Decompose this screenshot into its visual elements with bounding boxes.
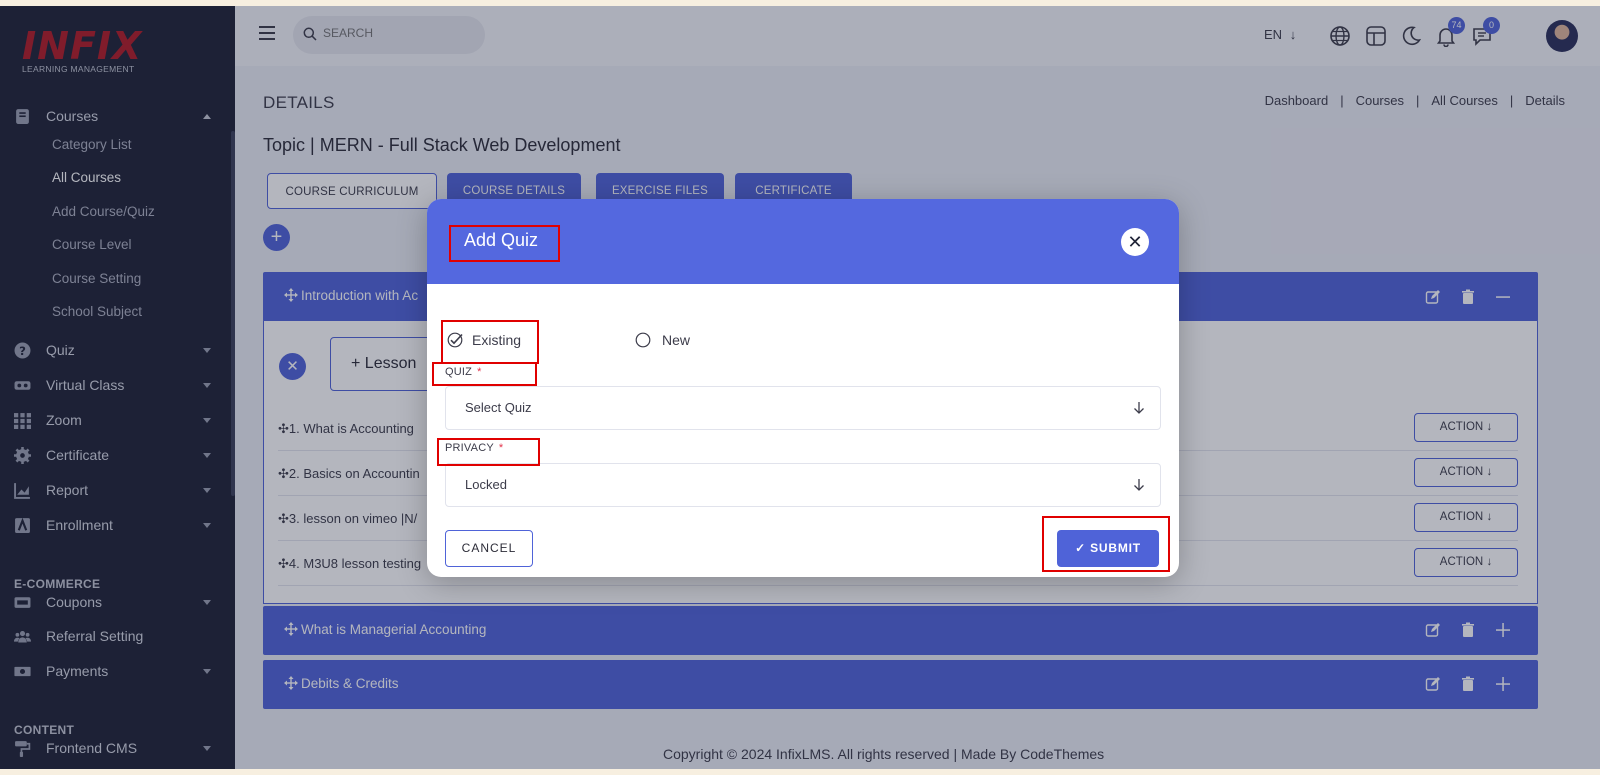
privacy-select-value: Locked	[465, 477, 507, 492]
close-icon: ✕	[1127, 232, 1143, 252]
required-mark: *	[498, 442, 504, 454]
quiz-label-text: QUIZ	[445, 366, 473, 378]
modal-close-button[interactable]: ✕	[1121, 228, 1149, 256]
privacy-label-text: PRIVACY	[445, 442, 494, 454]
quiz-select-value: Select Quiz	[465, 400, 532, 415]
radio-circle-icon	[635, 332, 651, 348]
modal-header: Add Quiz ✕	[427, 199, 1179, 284]
quiz-select[interactable]: Select Quiz	[445, 386, 1161, 430]
arrow-down-icon	[1134, 402, 1144, 414]
modal-title: Add Quiz	[464, 230, 539, 250]
add-quiz-modal: Add Quiz ✕ Existing New QUIZ * Select Qui…	[427, 199, 1179, 577]
arrow-down-icon	[1134, 479, 1144, 491]
checked-circle-icon	[447, 332, 463, 348]
check-icon: ✓	[1075, 541, 1091, 555]
required-mark: *	[477, 366, 482, 378]
privacy-field-label: PRIVACY *	[445, 442, 503, 454]
privacy-select[interactable]: Locked	[445, 463, 1161, 507]
quiz-field-label: QUIZ *	[445, 366, 482, 378]
radio-new-label: New	[662, 332, 691, 348]
radio-existing-label: Existing	[472, 332, 522, 348]
cancel-button[interactable]: CANCEL	[445, 530, 533, 567]
app-window: INFIX LEARNING MANAGEMENT Courses Catego…	[0, 6, 1600, 769]
submit-label: SUBMIT	[1090, 541, 1141, 555]
submit-button[interactable]: ✓ SUBMIT	[1057, 530, 1159, 567]
